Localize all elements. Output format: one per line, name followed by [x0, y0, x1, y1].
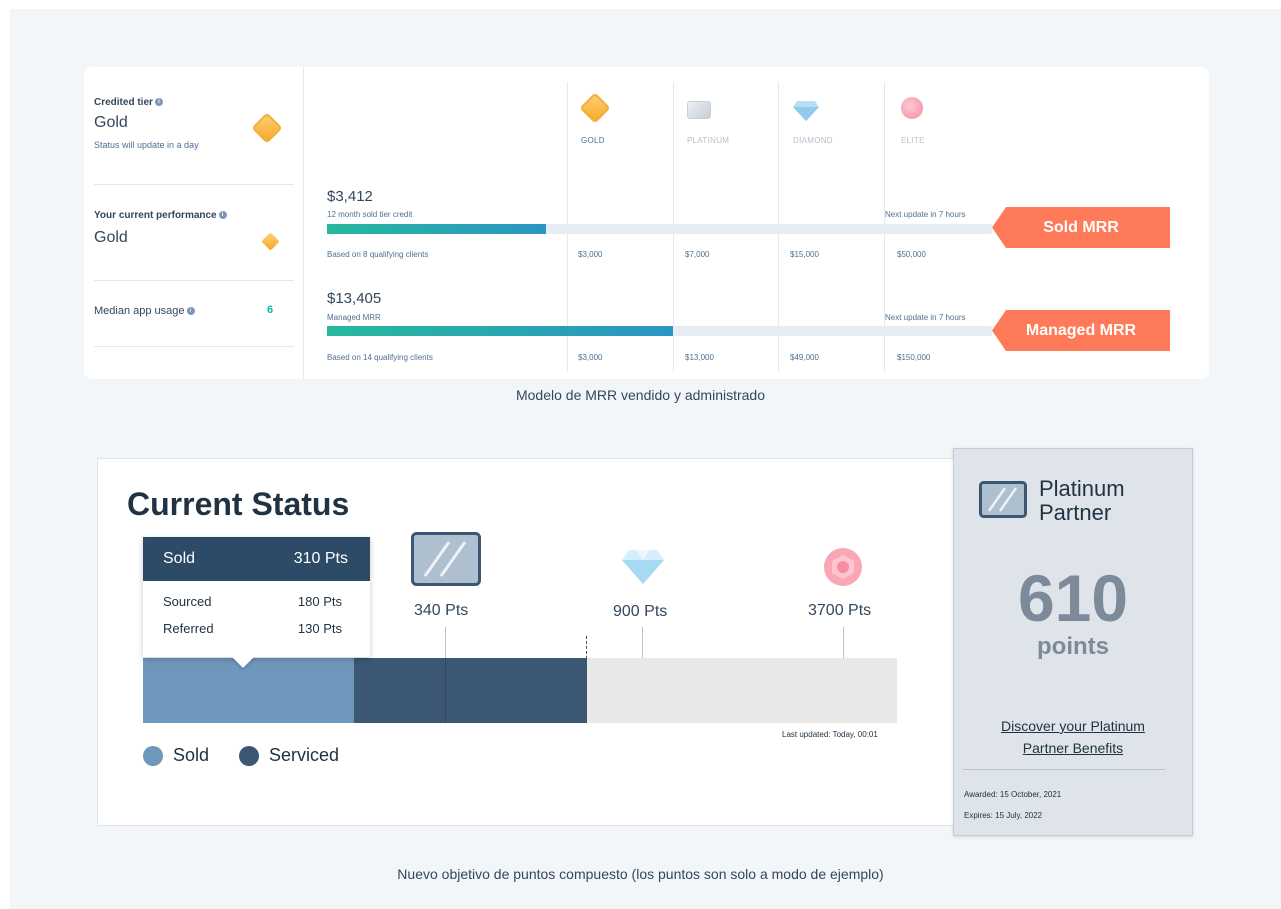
tooltip-header-value: 310 Pts: [293, 550, 348, 567]
info-icon[interactable]: i: [218, 211, 227, 220]
divider: [94, 346, 294, 347]
median-app-usage-label: Median app usage: [94, 305, 185, 317]
last-updated-text: Last updated: Today, 00:01: [782, 730, 878, 739]
sold-mrr-progress-track: [327, 224, 992, 234]
managed-mrr-progress-track: [327, 326, 992, 336]
tooltip-pointer: [231, 656, 255, 668]
current-performance-label: Your current performance: [94, 210, 217, 221]
milestone-label: 900 Pts: [613, 603, 668, 620]
tooltip-header-label: Sold: [163, 550, 196, 567]
threshold-value: $3,000: [578, 250, 603, 259]
info-icon[interactable]: i: [186, 307, 195, 316]
managed-mrr-ribbon: Managed MRR: [992, 310, 1170, 351]
page-title: Current Status: [127, 486, 350, 522]
gold-gem-icon: [579, 92, 611, 124]
tooltip-header: Sold 310 Pts: [143, 537, 370, 581]
credited-tier-label: Credited tier: [94, 97, 153, 108]
benefits-link-line1[interactable]: Discover your Platinum: [953, 718, 1193, 734]
divider: [94, 280, 294, 281]
sold-mrr-next-update: Next update in 7 hours: [885, 210, 966, 219]
threshold-value: $13,000: [685, 353, 714, 362]
legend-label-serviced: Serviced: [269, 745, 340, 765]
tier-name-platinum: PLATINUM: [687, 136, 730, 145]
median-app-usage-block: Median app usage i: [94, 305, 294, 317]
tooltip-row-label: Sourced: [163, 594, 212, 609]
elite-gem-icon: [824, 548, 862, 586]
tier-name-elite: ELITE: [901, 136, 925, 145]
platinum-card-icon: [411, 532, 481, 586]
awarded-date: Awarded: 15 October, 2021: [964, 790, 1062, 799]
current-points-marker: [586, 636, 587, 723]
tooltip-row-label: Referred: [163, 621, 214, 636]
partner-title-line1: Platinum: [1039, 476, 1125, 501]
milestone-marker: [445, 658, 446, 723]
progress-segment-serviced[interactable]: [354, 658, 587, 723]
platinum-card-icon: [687, 101, 711, 119]
milestone-label: 340 Pts: [414, 602, 469, 619]
diamond-icon: [622, 550, 664, 584]
threshold-value: $50,000: [897, 250, 926, 259]
tooltip-row-value: 180 Pts: [297, 594, 342, 609]
expires-date: Expires: 15 July, 2022: [964, 811, 1043, 820]
tier-summary-column: Credited tier i Gold Status will update i…: [84, 67, 304, 379]
mrr-model-panel: Credited tier i Gold Status will update i…: [84, 67, 1209, 379]
threshold-value: $49,000: [790, 353, 819, 362]
divider: [963, 769, 1165, 770]
legend-label-sold: Sold: [173, 745, 210, 765]
sold-mrr-ribbon: Sold MRR: [992, 207, 1170, 248]
sold-mrr-progress-fill: [327, 224, 547, 234]
tier-name-gold: GOLD: [581, 136, 605, 145]
managed-mrr-based-on: Based on 14 qualifying clients: [327, 353, 433, 362]
legend-dot-serviced: [239, 746, 259, 766]
tier-name-diamond: DIAMOND: [793, 136, 833, 145]
partner-title-line2: Partner: [1039, 500, 1112, 525]
top-caption: Modelo de MRR vendido y administrado: [515, 387, 765, 403]
threshold-value: $150,000: [897, 353, 931, 362]
managed-mrr-progress-fill: [327, 326, 673, 336]
managed-mrr-next-update: Next update in 7 hours: [885, 313, 966, 322]
median-app-usage-value: 6: [267, 304, 274, 316]
managed-mrr-amount: $13,405: [327, 290, 382, 307]
managed-mrr-sublabel: Managed MRR: [327, 313, 381, 322]
platinum-card-icon: [979, 481, 1027, 518]
divider: [94, 184, 294, 185]
benefits-link-line2[interactable]: Partner Benefits: [953, 740, 1193, 756]
threshold-value: $15,000: [790, 250, 819, 259]
diamond-icon: [793, 101, 819, 121]
info-icon[interactable]: i: [154, 98, 163, 107]
bottom-caption: Nuevo objetivo de puntos compuesto (los …: [397, 866, 884, 882]
legend-dot-sold: [143, 746, 163, 766]
sold-mrr-sublabel: 12 month sold tier credit: [327, 210, 413, 219]
threshold-value: $3,000: [578, 353, 603, 362]
milestone-label: 3700 Pts: [808, 602, 872, 619]
tooltip-row-value: 130 Pts: [297, 621, 342, 636]
sold-mrr-based-on: Based on 8 qualifying clients: [327, 250, 429, 259]
sold-tooltip: Sold 310 Pts Sourced 180 Pts Referred 13…: [143, 537, 370, 657]
threshold-value: $7,000: [685, 250, 710, 259]
points-label: points: [1037, 633, 1109, 660]
elite-gem-icon: [901, 97, 923, 119]
sold-mrr-amount: $3,412: [327, 188, 373, 205]
points-total: 610: [1017, 561, 1129, 635]
